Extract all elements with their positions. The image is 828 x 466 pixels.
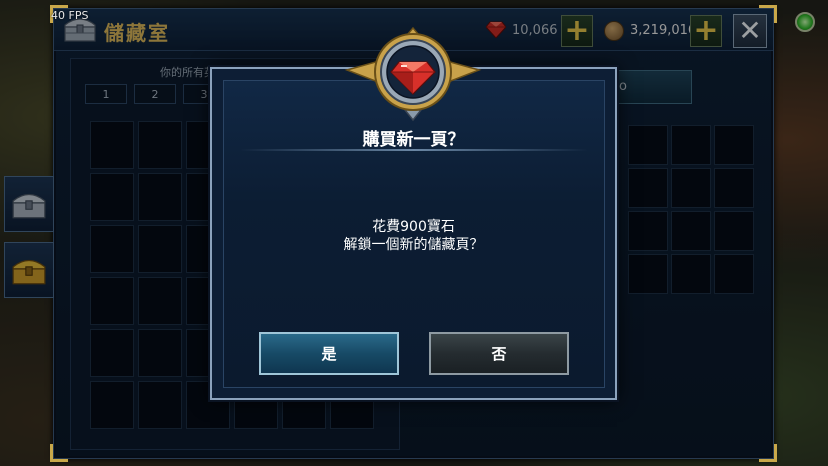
dialog-message-cost: 花費900寶石: [372, 219, 455, 235]
cancel-button[interactable]: 否: [429, 332, 569, 375]
corner-ornament: [759, 444, 777, 462]
fps-counter: 40 FPS: [51, 9, 89, 22]
corner-ornament: [50, 444, 68, 462]
red-gem-icon: [344, 26, 482, 122]
confirm-button[interactable]: 是: [259, 332, 399, 375]
corner-ornament: [759, 5, 777, 23]
dialog-message-question: 解鎖一個新的儲藏頁？: [343, 237, 484, 253]
divider: [240, 149, 588, 151]
dialog-title: 購買新一頁？: [362, 130, 465, 150]
